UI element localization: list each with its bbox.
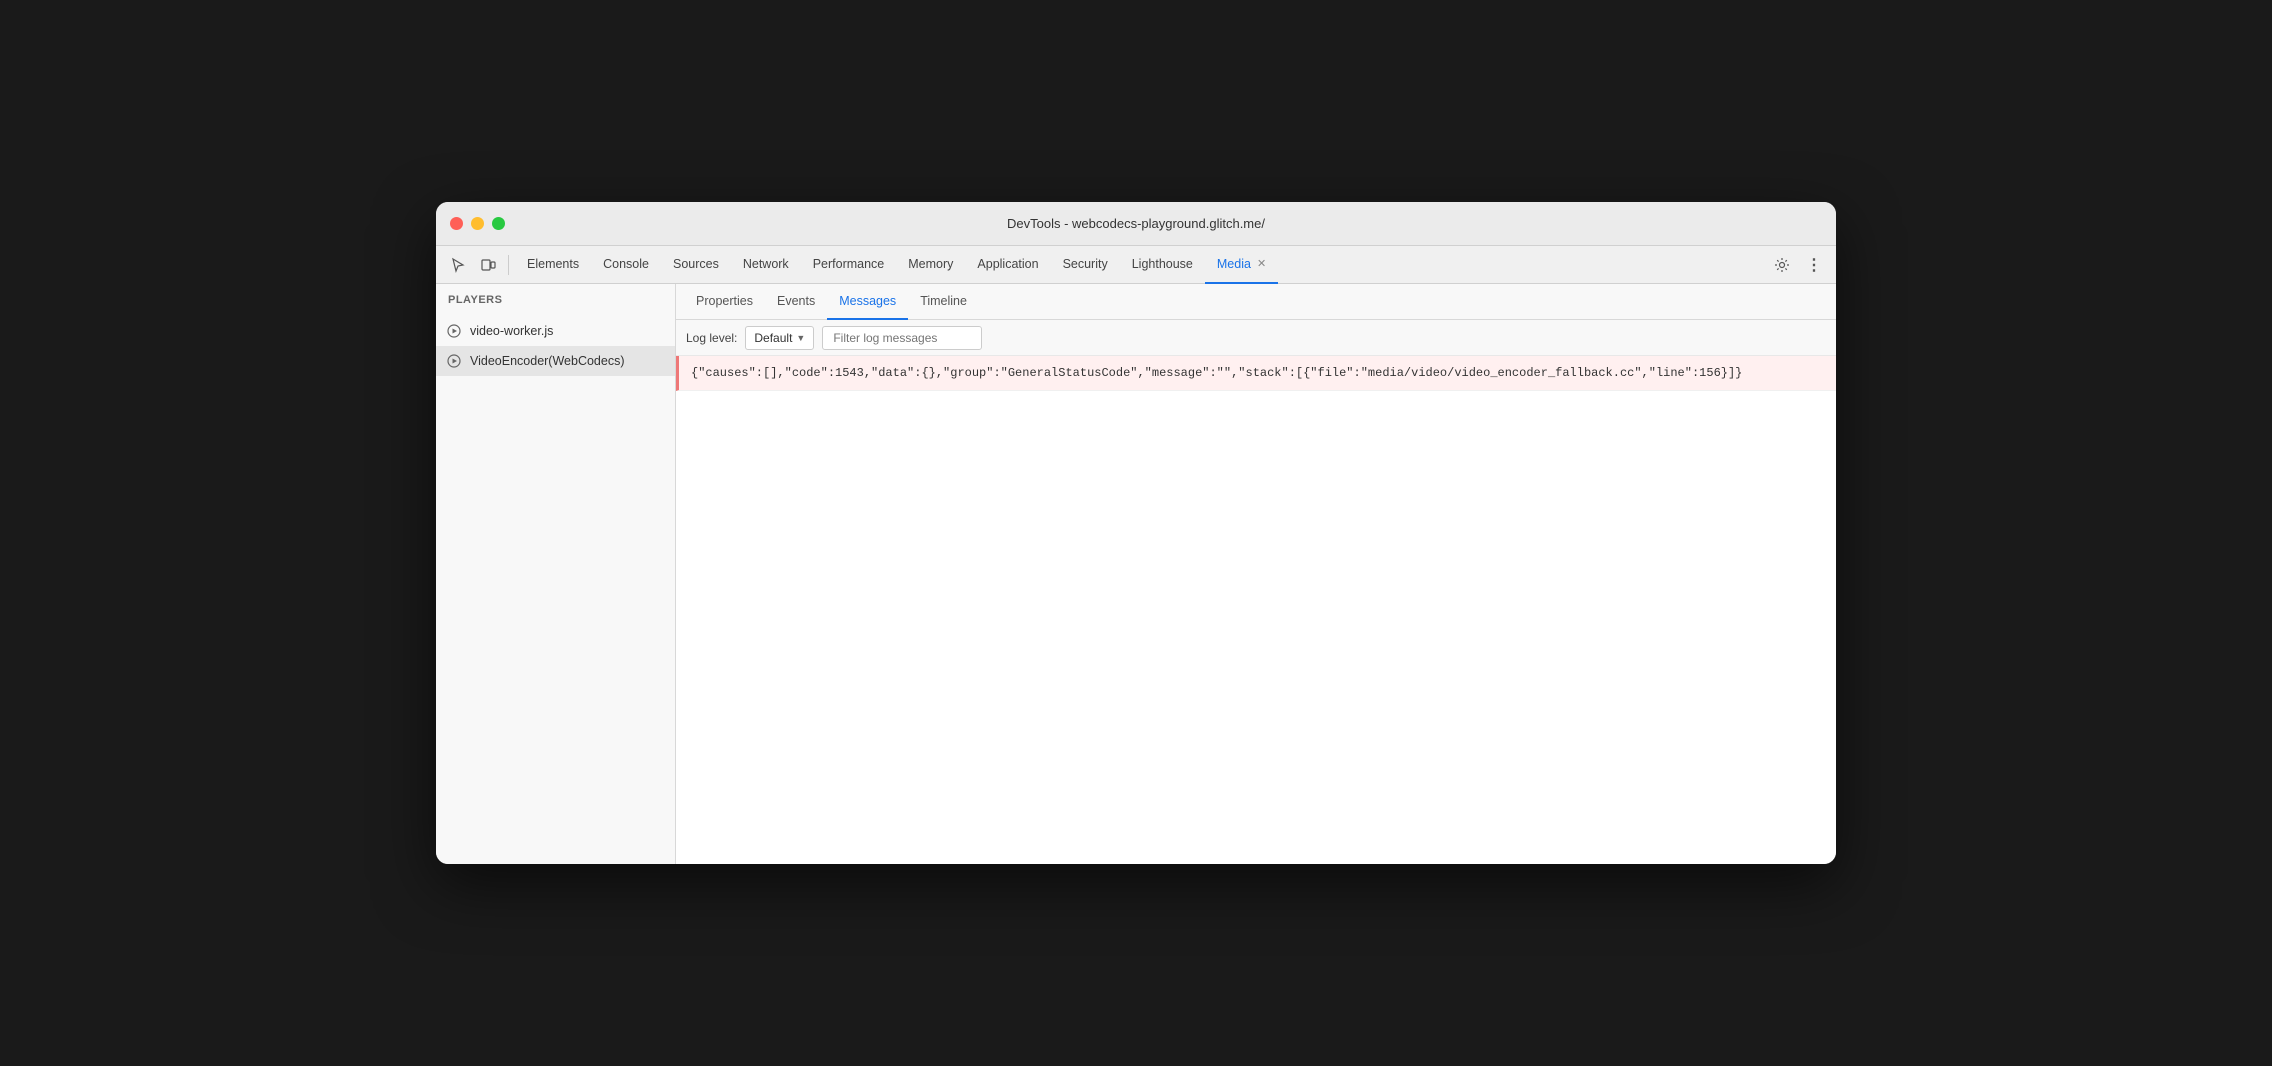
- tab-properties[interactable]: Properties: [684, 284, 765, 320]
- tab-elements[interactable]: Elements: [515, 246, 591, 284]
- tab-performance[interactable]: Performance: [801, 246, 897, 284]
- tab-application[interactable]: Application: [965, 246, 1050, 284]
- window-title: DevTools - webcodecs-playground.glitch.m…: [1007, 216, 1265, 231]
- more-icon: ⋮: [1806, 255, 1822, 275]
- toolbar-right: ⋮: [1768, 251, 1828, 279]
- traffic-lights: [450, 217, 505, 230]
- player-item-video-encoder[interactable]: VideoEncoder(WebCodecs): [436, 346, 675, 376]
- player-label-video-worker: video-worker.js: [470, 324, 553, 338]
- devtools-window: DevTools - webcodecs-playground.glitch.m…: [436, 202, 1836, 864]
- more-button[interactable]: ⋮: [1800, 251, 1828, 279]
- sidebar-header: Players: [436, 284, 675, 316]
- device-icon: [480, 257, 496, 273]
- cursor-icon: [450, 257, 466, 273]
- close-button[interactable]: [450, 217, 463, 230]
- tab-security[interactable]: Security: [1051, 246, 1120, 284]
- main-content: Players video-worker.js Video: [436, 284, 1836, 864]
- log-controls: Log level: Default ▼: [676, 320, 1836, 356]
- tab-console[interactable]: Console: [591, 246, 661, 284]
- play-icon: [446, 323, 462, 339]
- play-icon-2: [446, 353, 462, 369]
- tab-messages[interactable]: Messages: [827, 284, 908, 320]
- tab-timeline[interactable]: Timeline: [908, 284, 979, 320]
- log-level-label: Log level:: [686, 331, 737, 345]
- panel-tabs: Properties Events Messages Timeline: [676, 284, 1836, 320]
- tab-media[interactable]: Media ✕: [1205, 246, 1278, 284]
- log-entry-text: {"causes":[],"code":1543,"data":{},"grou…: [691, 366, 1742, 380]
- player-item-video-worker[interactable]: video-worker.js: [436, 316, 675, 346]
- tab-network[interactable]: Network: [731, 246, 801, 284]
- filter-input[interactable]: [822, 326, 982, 350]
- tab-close-icon[interactable]: ✕: [1257, 257, 1266, 270]
- settings-button[interactable]: [1768, 251, 1796, 279]
- device-emulation-button[interactable]: [474, 251, 502, 279]
- log-entry: {"causes":[],"code":1543,"data":{},"grou…: [676, 356, 1836, 391]
- tab-sources[interactable]: Sources: [661, 246, 731, 284]
- devtools-toolbar: Elements Console Sources Network Perform…: [436, 246, 1836, 284]
- log-level-select[interactable]: Default ▼: [745, 326, 814, 350]
- log-content: {"causes":[],"code":1543,"data":{},"grou…: [676, 356, 1836, 864]
- cursor-tool-button[interactable]: [444, 251, 472, 279]
- tab-events[interactable]: Events: [765, 284, 827, 320]
- right-panel: Properties Events Messages Timeline Log …: [676, 284, 1836, 864]
- minimize-button[interactable]: [471, 217, 484, 230]
- title-bar: DevTools - webcodecs-playground.glitch.m…: [436, 202, 1836, 246]
- player-label-video-encoder: VideoEncoder(WebCodecs): [470, 354, 625, 368]
- sidebar: Players video-worker.js Video: [436, 284, 676, 864]
- gear-icon: [1774, 257, 1790, 273]
- tab-navigation: Elements Console Sources Network Perform…: [515, 246, 1766, 284]
- maximize-button[interactable]: [492, 217, 505, 230]
- toolbar-divider: [508, 255, 509, 275]
- chevron-down-icon: ▼: [796, 333, 805, 343]
- tab-lighthouse[interactable]: Lighthouse: [1120, 246, 1205, 284]
- tab-memory[interactable]: Memory: [896, 246, 965, 284]
